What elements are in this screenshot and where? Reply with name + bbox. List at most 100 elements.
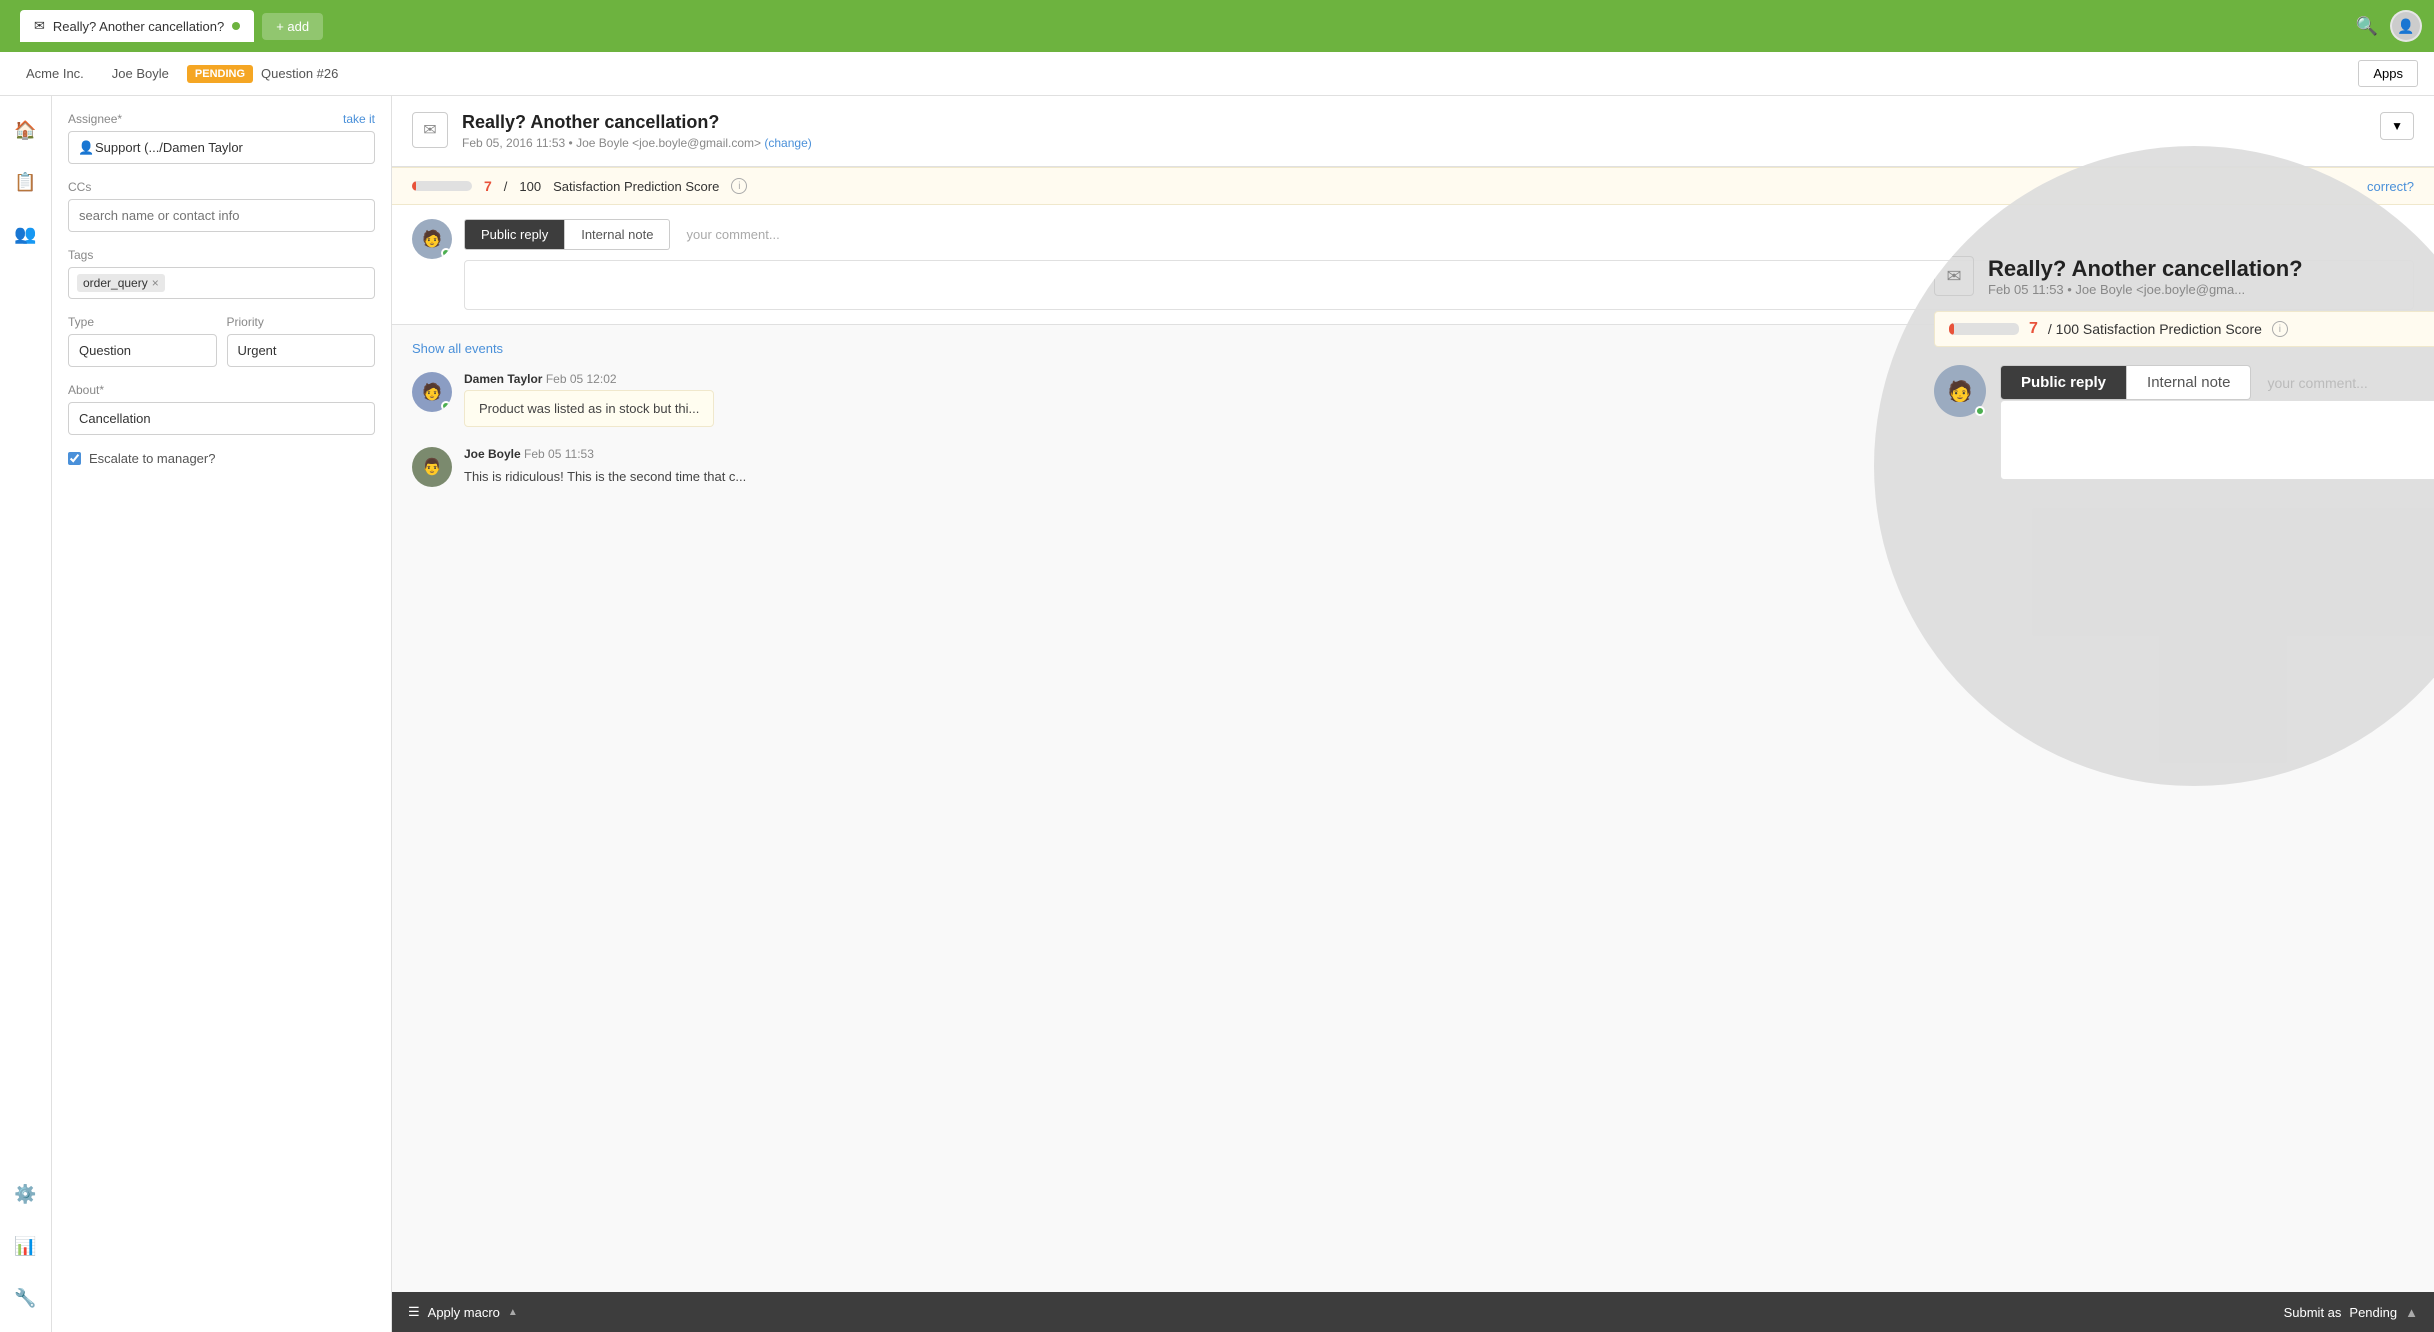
reply-avatar: 🧑 bbox=[412, 219, 452, 259]
macro-chevron: ▲ bbox=[508, 1307, 518, 1318]
nav-users[interactable]: 👥 bbox=[8, 216, 44, 252]
ticket-title-meta: Really? Another cancellation? Feb 05, 20… bbox=[462, 112, 812, 150]
message-row: 🧑 Damen Taylor Feb 05 12:02 Product was … bbox=[412, 372, 2414, 427]
tags-input-area[interactable]: order_query × bbox=[68, 267, 375, 299]
nav-tickets[interactable]: 📋 bbox=[8, 164, 44, 200]
breadcrumb-acme[interactable]: Acme Inc. bbox=[16, 62, 94, 85]
take-it-link[interactable]: take it bbox=[343, 112, 375, 126]
change-link[interactable]: (change) bbox=[764, 136, 811, 150]
left-nav: 🏠 📋 👥 ⚙️ 📊 🔧 bbox=[0, 96, 52, 1332]
assignee-label: Assignee* take it bbox=[68, 112, 375, 126]
assignee-group: Assignee* take it 👤 bbox=[68, 112, 375, 164]
add-label: + add bbox=[276, 19, 309, 34]
ticket-author: Joe Boyle <joe.boyle@gmail.com> bbox=[576, 136, 761, 150]
reply-text-area[interactable] bbox=[464, 260, 2414, 310]
about-input[interactable] bbox=[68, 402, 375, 435]
message-row-2: 👨 Joe Boyle Feb 05 11:53 This is ridicul… bbox=[412, 447, 2414, 488]
score-info-icon[interactable]: i bbox=[731, 178, 747, 194]
main-layout: 🏠 📋 👥 ⚙️ 📊 🔧 Assignee* take it 👤 CCs bbox=[0, 96, 2434, 1332]
reply-row: 🧑 Public reply Internal note your commen… bbox=[412, 219, 2414, 310]
tab-title: Really? Another cancellation? bbox=[53, 19, 224, 34]
ticket-dropdown[interactable]: ▼ bbox=[2380, 112, 2414, 140]
reply-content: Public reply Internal note your comment.… bbox=[464, 219, 2414, 310]
damen-avatar: 🧑 bbox=[412, 372, 452, 412]
nav-reporting[interactable]: ⚙️ bbox=[8, 1176, 44, 1212]
tags-label: Tags bbox=[68, 248, 375, 262]
type-input[interactable] bbox=[68, 334, 217, 367]
user-avatar[interactable]: 👤 bbox=[2390, 10, 2422, 42]
message-1-sender: Damen Taylor bbox=[464, 372, 542, 386]
priority-input[interactable] bbox=[227, 334, 376, 367]
submit-label: Submit as bbox=[2284, 1305, 2342, 1320]
apply-macro-button[interactable]: ☰ Apply macro ▲ bbox=[408, 1304, 518, 1320]
sub-header: Acme Inc. Joe Boyle PENDING Question #26… bbox=[0, 52, 2434, 96]
tag-chip[interactable]: order_query × bbox=[77, 274, 165, 292]
bottom-toolbar: ☰ Apply macro ▲ Submit as Pending ▲ bbox=[392, 1292, 2434, 1332]
top-bar: ✉ Really? Another cancellation? + add 🔍 … bbox=[0, 0, 2434, 52]
message-2-sender: Joe Boyle bbox=[464, 447, 521, 461]
ticket-header-left: ✉ Really? Another cancellation? Feb 05, … bbox=[412, 112, 812, 150]
about-group: About* bbox=[68, 383, 375, 435]
satisfaction-bar: 7 / 100 Satisfaction Prediction Score i … bbox=[392, 167, 2434, 205]
assignee-input[interactable] bbox=[68, 131, 375, 164]
assignee-field: 👤 bbox=[68, 131, 375, 164]
ticket-header: ✉ Really? Another cancellation? Feb 05, … bbox=[392, 96, 2434, 167]
type-group: Type bbox=[68, 315, 217, 367]
nav-home[interactable]: 🏠 bbox=[8, 112, 44, 148]
escalate-row: Escalate to manager? bbox=[68, 451, 375, 466]
breadcrumb-joe[interactable]: Joe Boyle bbox=[102, 62, 179, 85]
priority-label: Priority bbox=[227, 315, 376, 329]
events-section: Show all events 🧑 Damen Taylor Feb 05 12… bbox=[392, 325, 2434, 1292]
message-1-body: Damen Taylor Feb 05 12:02 Product was li… bbox=[464, 372, 714, 427]
score-bar-fill bbox=[412, 181, 416, 191]
score-number: 7 bbox=[484, 178, 492, 194]
nav-charts[interactable]: 📊 bbox=[8, 1228, 44, 1264]
tag-remove[interactable]: × bbox=[152, 276, 159, 290]
escalate-label: Escalate to manager? bbox=[89, 451, 215, 466]
correct-link[interactable]: correct? bbox=[2367, 179, 2414, 194]
priority-group: Priority bbox=[227, 315, 376, 367]
reply-tabs: Public reply Internal note your comment.… bbox=[464, 219, 2414, 250]
ticket-email-icon: ✉ bbox=[412, 112, 448, 148]
ccs-input[interactable] bbox=[68, 199, 375, 232]
score-label: Satisfaction Prediction Score bbox=[553, 179, 719, 194]
score-total: 100 bbox=[519, 179, 541, 194]
about-label: About* bbox=[68, 383, 375, 397]
escalate-checkbox[interactable] bbox=[68, 452, 81, 465]
nav-settings[interactable]: 🔧 bbox=[8, 1280, 44, 1316]
apply-macro-label: Apply macro bbox=[428, 1305, 500, 1320]
submit-button[interactable]: Submit as Pending ▲ bbox=[2284, 1305, 2418, 1320]
nav-bottom: ⚙️ 📊 🔧 bbox=[8, 1176, 44, 1332]
damen-online-dot bbox=[441, 401, 451, 411]
pending-badge: PENDING bbox=[187, 65, 253, 83]
add-button[interactable]: + add bbox=[262, 13, 323, 40]
ticket-title: Really? Another cancellation? bbox=[462, 112, 812, 133]
ccs-label: CCs bbox=[68, 180, 375, 194]
apps-button[interactable]: Apps bbox=[2358, 60, 2418, 87]
assignee-icon: 👤 bbox=[78, 140, 94, 156]
type-label: Type bbox=[68, 315, 217, 329]
reply-online-dot bbox=[441, 248, 451, 258]
search-icon[interactable]: 🔍 bbox=[2356, 16, 2378, 37]
public-reply-tab[interactable]: Public reply bbox=[464, 219, 565, 250]
question-link[interactable]: Question #26 bbox=[261, 66, 338, 81]
ticket-meta: Feb 05, 2016 11:53 • Joe Boyle <joe.boyl… bbox=[462, 136, 812, 150]
ccs-group: CCs bbox=[68, 180, 375, 232]
message-1-date: Feb 05 12:02 bbox=[546, 372, 617, 386]
score-separator: / bbox=[504, 179, 508, 194]
message-2-date: Feb 05 11:53 bbox=[524, 447, 594, 461]
show-all-events-link[interactable]: Show all events bbox=[412, 341, 503, 356]
submit-status: Pending bbox=[2349, 1305, 2397, 1320]
active-tab[interactable]: ✉ Really? Another cancellation? bbox=[20, 10, 254, 42]
message-2-meta: Joe Boyle Feb 05 11:53 bbox=[464, 447, 746, 461]
email-icon-small: ✉ bbox=[34, 18, 45, 34]
joe-avatar: 👨 bbox=[412, 447, 452, 487]
tags-group: Tags order_query × bbox=[68, 248, 375, 299]
sidebar-panel: Assignee* take it 👤 CCs Tags order_query… bbox=[52, 96, 392, 1332]
ticket-date: Feb 05, 2016 11:53 bbox=[462, 136, 565, 150]
avatar-initials: 👤 bbox=[2397, 18, 2414, 35]
message-1-meta: Damen Taylor Feb 05 12:02 bbox=[464, 372, 714, 386]
type-priority-row: Type Priority bbox=[68, 315, 375, 383]
internal-note-tab[interactable]: Internal note bbox=[565, 219, 670, 250]
main-content: ✉ Really? Another cancellation? Feb 05, … bbox=[392, 96, 2434, 1332]
